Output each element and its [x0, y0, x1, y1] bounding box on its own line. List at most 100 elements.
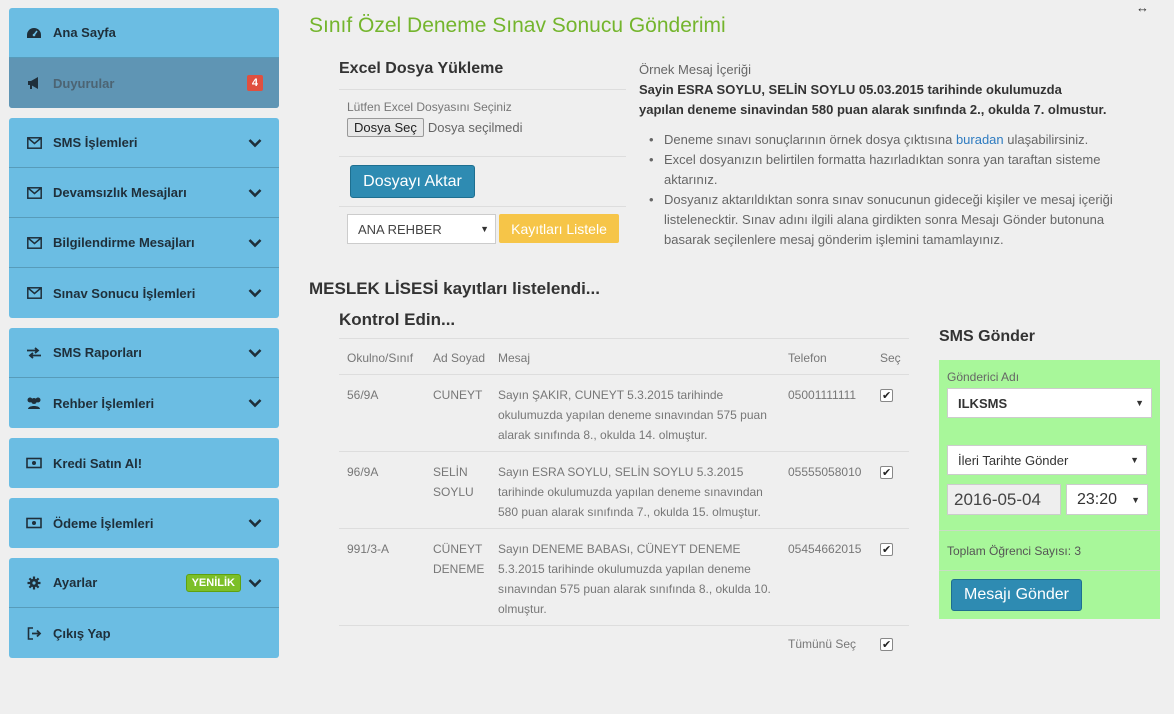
- sidebar-item-label: Duyurular: [53, 75, 115, 91]
- chevron-down-icon: [247, 185, 263, 201]
- select-all-label: Tümünü Seç: [788, 637, 857, 651]
- sidebar: Ana Sayfa Duyurular 4 SMS İşlemleri Deva…: [9, 8, 279, 668]
- sidebar-item-label: Devamsızlık Mesajları: [53, 185, 187, 200]
- cell-message: Sayın DENEME BABASı, CÜNEYT DENEME 5.3.2…: [498, 542, 771, 616]
- sidebar-item-label: SMS İşlemleri: [53, 135, 138, 150]
- send-message-button[interactable]: Mesajı Gönder: [951, 579, 1082, 611]
- notification-badge: 4: [246, 75, 263, 91]
- date-input[interactable]: 2016-05-04: [947, 484, 1061, 515]
- instruction-text: Deneme sınavı sonuçlarının örnek dosya ç…: [664, 132, 956, 147]
- chevron-down-icon: [247, 575, 263, 591]
- file-status-text: Dosya seçilmedi: [427, 120, 523, 135]
- cell-message: Sayın ESRA SOYLU, SELİN SOYLU 5.3.2015 t…: [498, 465, 763, 519]
- sidebar-group-reports: SMS Raporları Rehber İşlemleri: [9, 328, 279, 428]
- time-select[interactable]: 23:20 ▼: [1066, 484, 1148, 515]
- directory-select[interactable]: ANA REHBER ▼: [347, 214, 496, 244]
- row-checkbox[interactable]: [880, 540, 893, 560]
- sidebar-item-sms[interactable]: SMS İşlemleri: [9, 118, 279, 168]
- schedule-select-value: İleri Tarihte Gönder: [958, 452, 1069, 468]
- page-title: Sınıf Özel Deneme Sınav Sonucu Gönderimi: [309, 14, 726, 37]
- sender-label: Gönderici Adı: [947, 370, 1020, 384]
- cell-school-no: 56/9A: [347, 388, 379, 402]
- schedule-select[interactable]: İleri Tarihte Gönder ▼: [947, 445, 1147, 475]
- column-header: Telefon: [788, 351, 827, 365]
- sidebar-item-label: Ana Sayfa: [53, 25, 116, 40]
- sidebar-item-exam-results[interactable]: Sınav Sonucu İşlemleri: [9, 268, 279, 318]
- envelope-icon: [25, 136, 43, 149]
- sidebar-item-label: Ödeme İşlemleri: [53, 515, 154, 531]
- sender-select[interactable]: ILKSMS ▼: [947, 388, 1152, 418]
- caret-down-icon: ▼: [1135, 398, 1144, 408]
- sidebar-item-payments[interactable]: Ödeme İşlemleri: [9, 498, 279, 548]
- divider: [339, 156, 626, 157]
- sidebar-item-label: Sınav Sonucu İşlemleri: [53, 285, 196, 301]
- sender-select-value: ILKSMS: [958, 395, 1008, 411]
- records-listed-heading: MESLEK LİSESİ kayıtları listelendi...: [309, 279, 600, 298]
- cell-phone: 05454662015: [788, 542, 862, 556]
- row-checkbox[interactable]: [880, 386, 893, 406]
- select-all-checkbox[interactable]: [880, 635, 893, 655]
- sidebar-item-announcements[interactable]: Duyurular 4: [9, 58, 279, 108]
- cell-phone: 05001111111: [788, 388, 857, 402]
- time-select-value: 23:20: [1077, 490, 1118, 508]
- megaphone-icon: [25, 76, 43, 90]
- sidebar-item-label: Ayarlar: [53, 575, 98, 590]
- column-header: Ad Soyad: [433, 351, 486, 365]
- sidebar-item-attendance[interactable]: Devamsızlık Mesajları: [9, 168, 279, 218]
- gear-icon: [25, 576, 43, 590]
- envelope-icon: [25, 186, 43, 199]
- cell-phone: 05555058010: [788, 465, 862, 479]
- new-badge: YENİLİK: [185, 573, 241, 592]
- chevron-down-icon: [247, 235, 263, 251]
- money-icon: [25, 457, 43, 469]
- caret-down-icon: ▼: [480, 224, 489, 234]
- instruction-text: ulaşabilirsiniz.: [1003, 132, 1089, 147]
- choose-file-button[interactable]: Dosya Seç: [347, 118, 424, 137]
- student-count: Toplam Öğrenci Sayısı: 3: [947, 544, 1082, 558]
- sidebar-item-sms-reports[interactable]: SMS Raporları: [9, 328, 279, 378]
- sidebar-item-label: SMS Raporları: [53, 345, 142, 360]
- sidebar-item-settings[interactable]: Ayarlar YENİLİK: [9, 558, 279, 608]
- sidebar-group-credit: Kredi Satın Al!: [9, 438, 279, 488]
- row-checkbox[interactable]: [880, 463, 893, 483]
- table-row: 96/9A SELİN SOYLU Sayın ESRA SOYLU, SELİ…: [339, 451, 909, 528]
- upload-section-title: Excel Dosya Yükleme: [339, 60, 504, 77]
- sidebar-item-label: Çıkış Yap: [53, 625, 111, 641]
- list-item: Excel dosyanızın belirtilen formatta haz…: [649, 150, 1119, 190]
- sidebar-item-info[interactable]: Bilgilendirme Mesajları: [9, 218, 279, 268]
- transfer-file-button[interactable]: Dosyayı Aktar: [350, 165, 475, 198]
- sidebar-item-home[interactable]: Ana Sayfa: [9, 8, 279, 58]
- chevron-down-icon: [247, 285, 263, 301]
- sample-file-link[interactable]: buradan: [956, 132, 1004, 147]
- envelope-icon: [25, 287, 43, 299]
- cell-school-no: 991/3-A: [347, 542, 390, 556]
- users-icon: [25, 396, 43, 410]
- list-records-button[interactable]: Kayıtları Listele: [499, 214, 619, 243]
- divider: [939, 570, 1160, 571]
- caret-down-icon: ▼: [1130, 455, 1139, 465]
- envelope-icon: [25, 236, 43, 249]
- cell-school-no: 96/9A: [347, 465, 379, 479]
- money-icon: [25, 517, 43, 529]
- divider: [939, 530, 1160, 531]
- sidebar-item-logout[interactable]: Çıkış Yap: [9, 608, 279, 658]
- exchange-icon: [25, 346, 43, 359]
- file-input: Dosya Seç Dosya seçilmedi: [347, 118, 523, 137]
- sign-out-icon: [25, 626, 43, 640]
- instructions-list: Deneme sınavı sonuçlarının örnek dosya ç…: [649, 130, 1119, 250]
- file-hint-label: Lütfen Excel Dosyasını Seçiniz: [347, 100, 512, 114]
- column-header: Seç: [880, 351, 901, 365]
- column-header: Mesaj: [498, 351, 531, 365]
- list-item: Deneme sınavı sonuçlarının örnek dosya ç…: [649, 130, 1119, 150]
- cell-name: CÜNEYT DENEME: [433, 542, 485, 576]
- divider: [339, 89, 626, 90]
- table-row: 56/9A CUNEYT Sayın ŞAKIR, CUNEYT 5.3.201…: [339, 374, 909, 451]
- list-item: Dosyanız aktarıldıktan sonra sınav sonuc…: [649, 190, 1119, 250]
- table-header: Okulno/Sınıf Ad Soyad Mesaj Telefon Seç: [339, 338, 909, 374]
- check-heading: Kontrol Edin...: [339, 310, 456, 329]
- sidebar-item-buy-credit[interactable]: Kredi Satın Al!: [9, 438, 279, 488]
- sidebar-item-directory[interactable]: Rehber İşlemleri: [9, 378, 279, 428]
- table-footer: Tümünü Seç: [339, 625, 909, 663]
- directory-select-value: ANA REHBER: [358, 221, 442, 237]
- resize-icon[interactable]: ↔: [1136, 0, 1149, 15]
